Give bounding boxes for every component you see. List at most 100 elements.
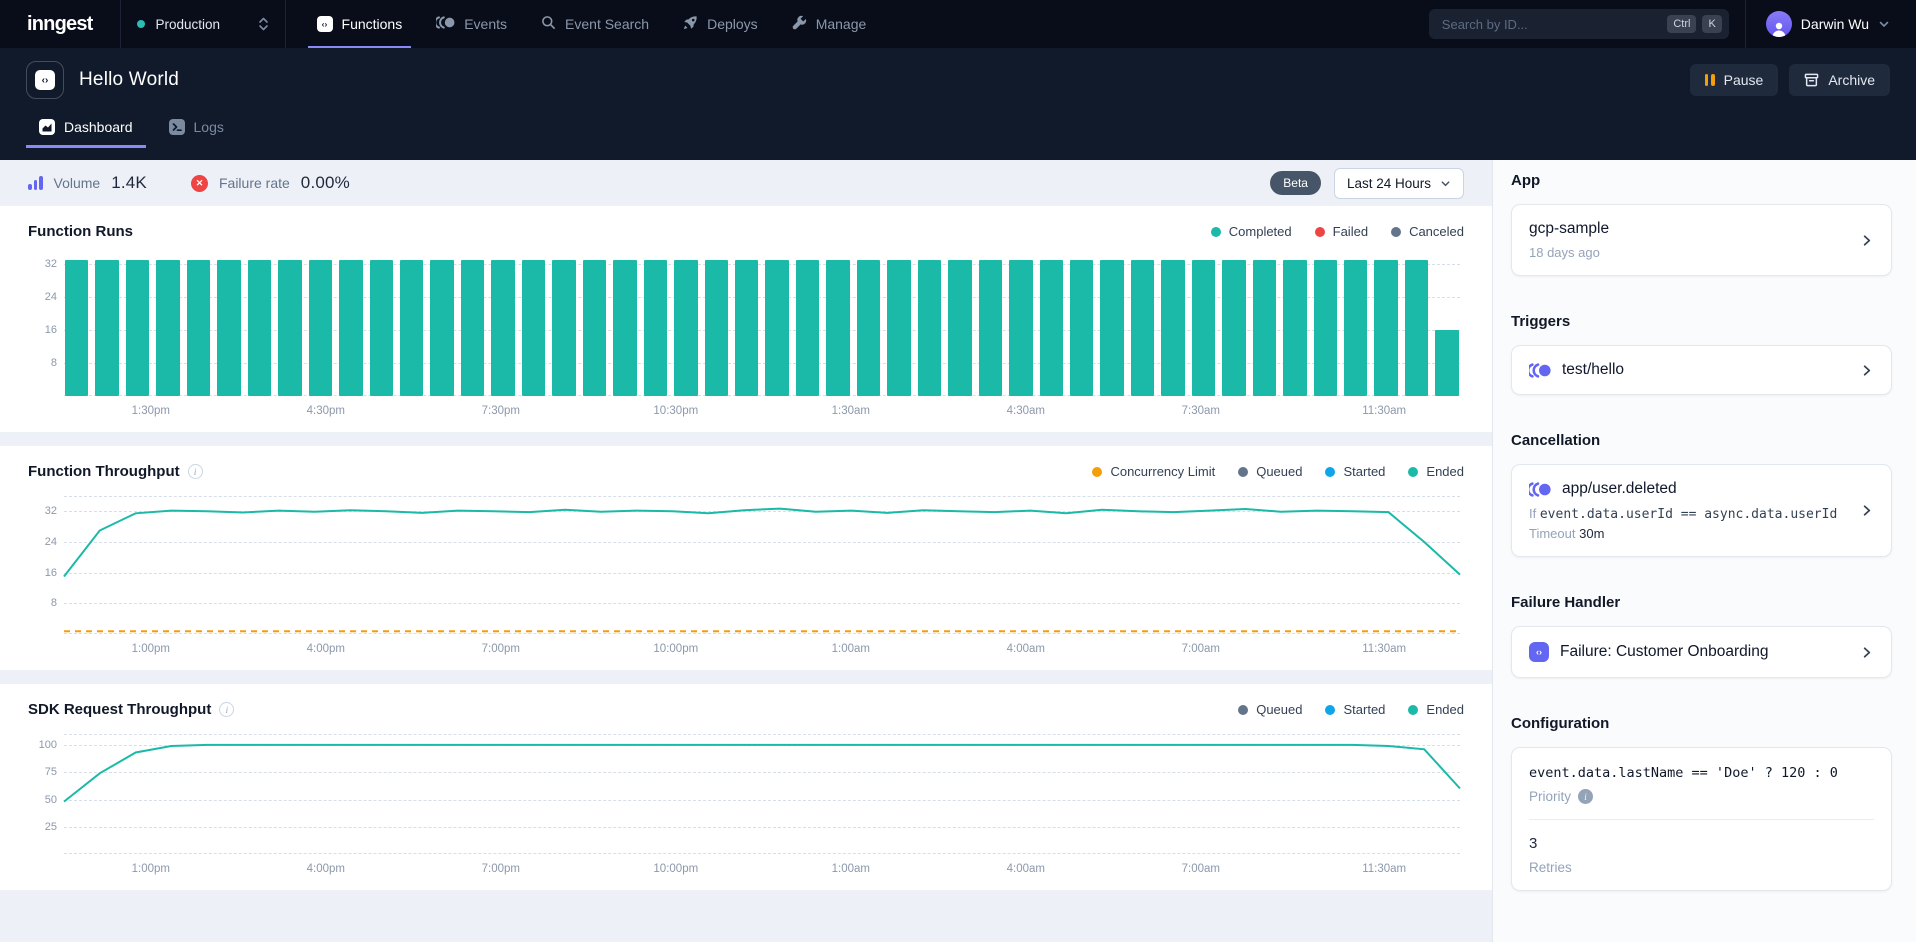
nav-item-functions[interactable]: ‹› Functions	[300, 0, 420, 48]
x-tick-label: 7:00pm	[482, 863, 520, 875]
cancellation-event-name: app/user.deleted	[1562, 480, 1677, 498]
legend-dot	[1325, 705, 1335, 715]
sdk-throughput-panel: SDK Request Throughput i QueuedStartedEn…	[0, 684, 1492, 890]
bar	[1192, 260, 1215, 396]
nav-label: Manage	[816, 16, 867, 32]
retries-value: 3	[1529, 835, 1874, 852]
user-menu[interactable]: Darwin Wu	[1745, 0, 1916, 48]
app-last-synced: 18 days ago	[1529, 245, 1847, 260]
bar	[126, 260, 149, 396]
legend-item: Failed	[1315, 224, 1368, 239]
x-tick-label: 10:30pm	[653, 405, 698, 417]
y-tick-label: 25	[45, 821, 57, 833]
inngest-logo[interactable]: inngest	[0, 0, 121, 48]
y-tick-label: 75	[45, 766, 57, 778]
legend-dot	[1238, 705, 1248, 715]
legend-item: Completed	[1211, 224, 1292, 239]
bar	[217, 260, 240, 396]
function-header: ‹› Hello World Pause Archive Dashboard L…	[0, 48, 1916, 160]
x-tick-label: 7:00am	[1182, 643, 1220, 655]
archive-button[interactable]: Archive	[1789, 64, 1890, 96]
event-trigger-icon	[1529, 363, 1551, 378]
bar	[339, 260, 362, 396]
function-icon: ‹›	[26, 61, 64, 99]
failure-handler-card[interactable]: ‹› Failure: Customer Onboarding	[1511, 626, 1892, 678]
app-card[interactable]: gcp-sample 18 days ago	[1511, 204, 1892, 276]
dashboard-main: Volume 1.4K ✕ Failure rate 0.00% Beta La…	[0, 160, 1492, 942]
bar-series	[64, 256, 1460, 396]
chevron-right-icon	[1859, 645, 1874, 660]
bar	[1344, 260, 1367, 396]
legend-dot	[1408, 467, 1418, 477]
x-tick-label: 1:00pm	[132, 863, 170, 875]
bar	[826, 260, 849, 396]
info-icon[interactable]: i	[1578, 789, 1593, 804]
chevron-down-icon	[1440, 178, 1451, 189]
kbd-k: K	[1702, 15, 1721, 33]
nav-label: Deploys	[707, 16, 758, 32]
environment-selector[interactable]: Production	[121, 0, 286, 48]
chart-legend: QueuedStartedEnded	[1238, 702, 1464, 717]
legend-dot	[1238, 467, 1248, 477]
x-tick-label: 4:30am	[1007, 405, 1045, 417]
bar	[248, 260, 271, 396]
function-ref-icon: ‹›	[1529, 642, 1549, 662]
x-tick-label: 10:00pm	[653, 643, 698, 655]
bar	[491, 260, 514, 396]
function-runs-panel: Function Runs CompletedFailedCanceled 32…	[0, 206, 1492, 432]
line-series	[64, 734, 1460, 854]
x-tick-label: 7:30pm	[482, 405, 520, 417]
tab-logs[interactable]: Logs	[156, 108, 237, 148]
x-tick-label: 7:00am	[1182, 863, 1220, 875]
search-icon	[541, 15, 556, 33]
chevron-down-icon	[1878, 18, 1890, 30]
failure-handler-section: Failure Handler ‹› Failure: Customer Onb…	[1511, 594, 1892, 678]
bar	[1374, 260, 1397, 396]
nav-item-manage[interactable]: Manage	[775, 0, 884, 48]
time-range-dropdown[interactable]: Last 24 Hours	[1334, 168, 1464, 199]
tab-dashboard[interactable]: Dashboard	[26, 108, 146, 148]
x-tick-label: 7:30am	[1182, 405, 1220, 417]
nav-item-deploys[interactable]: Deploys	[666, 0, 775, 48]
x-tick-label: 4:00pm	[307, 863, 345, 875]
y-tick-label: 24	[45, 291, 57, 303]
trigger-card[interactable]: test/hello	[1511, 345, 1892, 395]
avatar	[1766, 11, 1792, 37]
info-icon[interactable]: i	[188, 464, 203, 479]
trigger-event-name: test/hello	[1562, 361, 1624, 379]
legend-item: Started	[1325, 702, 1385, 717]
y-tick-label: 16	[45, 567, 57, 579]
nav-item-events[interactable]: Events	[419, 0, 524, 48]
triggers-section: Triggers test/hello	[1511, 313, 1892, 395]
pause-button[interactable]: Pause	[1690, 64, 1779, 96]
cancellation-section: Cancellation app/user.deleted If event.d…	[1511, 432, 1892, 557]
x-axis-labels: 1:00pm4:00pm7:00pm10:00pm1:00am4:00am7:0…	[64, 854, 1464, 884]
bar	[309, 260, 332, 396]
bar	[1040, 260, 1063, 396]
x-tick-label: 11:30am	[1362, 643, 1406, 655]
search-input[interactable]: Search by ID... Ctrl K	[1429, 9, 1729, 39]
x-axis-labels: 1:00pm4:00pm7:00pm10:00pm1:00am4:00am7:0…	[64, 634, 1464, 664]
cancellation-card[interactable]: app/user.deleted If event.data.userId ==…	[1511, 464, 1892, 557]
legend-dot	[1408, 705, 1418, 715]
nav-item-event-search[interactable]: Event Search	[524, 0, 666, 48]
primary-nav: ‹› Functions Events Event Search Deploys	[300, 0, 884, 48]
production-status-dot	[137, 20, 145, 28]
x-tick-label: 7:00pm	[482, 643, 520, 655]
app-name: gcp-sample	[1529, 220, 1847, 238]
y-tick-label: 32	[45, 505, 57, 517]
chevron-up-down-icon	[258, 17, 269, 31]
bar	[400, 260, 423, 396]
rocket-icon	[683, 15, 698, 33]
chart-title: Function Throughput	[28, 463, 180, 480]
bar	[705, 260, 728, 396]
bar	[948, 260, 971, 396]
bar	[370, 260, 393, 396]
chevron-right-icon	[1859, 503, 1874, 518]
cancellation-timeout: 30m	[1579, 526, 1604, 541]
x-tick-label: 1:00pm	[132, 643, 170, 655]
top-nav: inngest Production ‹› Functions Events E…	[0, 0, 1916, 48]
info-icon[interactable]: i	[219, 702, 234, 717]
legend-item: Queued	[1238, 702, 1302, 717]
user-name: Darwin Wu	[1801, 16, 1869, 32]
